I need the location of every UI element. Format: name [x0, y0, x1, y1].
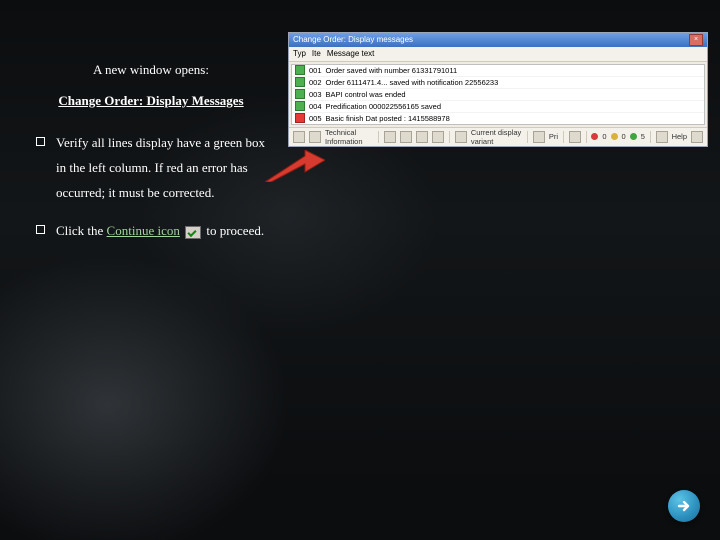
slide-title: Change Order: Display Messages [26, 89, 276, 114]
message-table: 001 Order saved with number 61331791011 … [291, 64, 705, 125]
help-icon[interactable] [656, 131, 668, 143]
expand-icon[interactable] [293, 131, 305, 143]
row-text: Order saved with number 61331791011 [326, 66, 458, 75]
continue-link: Continue icon [107, 223, 180, 238]
table-header: Typ Ite Message text [289, 47, 707, 62]
row-text: Order 6111471.4... saved with notificati… [326, 78, 499, 87]
row-id: 005 [309, 114, 322, 123]
continue-check-icon[interactable] [691, 131, 703, 143]
prev-icon[interactable] [400, 131, 412, 143]
status-icon [295, 77, 305, 87]
window-title: Change Order: Display messages [293, 35, 413, 45]
status-icon [295, 101, 305, 111]
tech-info-label: Technical Information [325, 128, 373, 146]
print-icon[interactable] [533, 131, 545, 143]
intro-text: A new window opens: [26, 58, 276, 83]
slide: A new window opens: Change Order: Displa… [0, 0, 720, 540]
window-titlebar: Change Order: Display messages × [289, 33, 707, 47]
checklist-text-prefix: Click the [56, 223, 107, 238]
table-row: 002 Order 6111471.4... saved with notifi… [292, 77, 704, 89]
row-id: 003 [309, 90, 322, 99]
warn-count: 0 [622, 132, 626, 141]
continue-icon [185, 226, 201, 239]
checklist-text-suffix: to proceed. [206, 223, 264, 238]
app-window: Change Order: Display messages × Typ Ite… [288, 32, 708, 147]
checklist: Verify all lines display have a green bo… [26, 131, 276, 244]
row-id: 001 [309, 66, 322, 75]
help-label: Help [672, 132, 687, 141]
ok-dot-icon [630, 133, 637, 140]
status-icon [295, 113, 305, 123]
row-text: Predification 000022556165 saved [326, 102, 442, 111]
ok-count: 5 [641, 132, 645, 141]
arrow-right-icon [676, 498, 692, 514]
error-count: 0 [602, 132, 606, 141]
next-button[interactable] [668, 490, 700, 522]
col-ite: Ite [312, 49, 321, 59]
col-msg: Message text [327, 49, 375, 59]
table-row: 005 Basic finish Dat posted : 1415588978 [292, 113, 704, 124]
table-row: 003 BAPI control was ended [292, 89, 704, 101]
download-icon[interactable] [569, 131, 581, 143]
checklist-text: Verify all lines display have a green bo… [56, 135, 265, 199]
variant-icon[interactable] [455, 131, 467, 143]
row-id: 002 [309, 78, 322, 87]
error-dot-icon [591, 133, 598, 140]
table-row: 001 Order saved with number 61331791011 [292, 65, 704, 77]
table-row: 004 Predification 000022556165 saved [292, 101, 704, 113]
next-icon[interactable] [416, 131, 428, 143]
status-icon [295, 65, 305, 75]
row-id: 004 [309, 102, 322, 111]
row-text: Basic finish Dat posted : 1415588978 [326, 114, 450, 123]
checklist-item: Click the Continue icon to proceed. [36, 219, 276, 244]
first-icon[interactable] [384, 131, 396, 143]
status-icon [295, 89, 305, 99]
variant-label: Current display variant [471, 128, 522, 146]
col-typ: Typ [293, 49, 306, 59]
row-text: BAPI control was ended [326, 90, 406, 99]
checklist-item: Verify all lines display have a green bo… [36, 131, 276, 205]
instruction-column: A new window opens: Change Order: Displa… [26, 58, 276, 258]
info-icon[interactable] [309, 131, 321, 143]
toolbar: Technical Information Current display va… [289, 127, 707, 146]
print-label: Pri [549, 132, 558, 141]
warn-dot-icon [611, 133, 618, 140]
last-icon[interactable] [432, 131, 444, 143]
close-icon[interactable]: × [689, 34, 703, 46]
